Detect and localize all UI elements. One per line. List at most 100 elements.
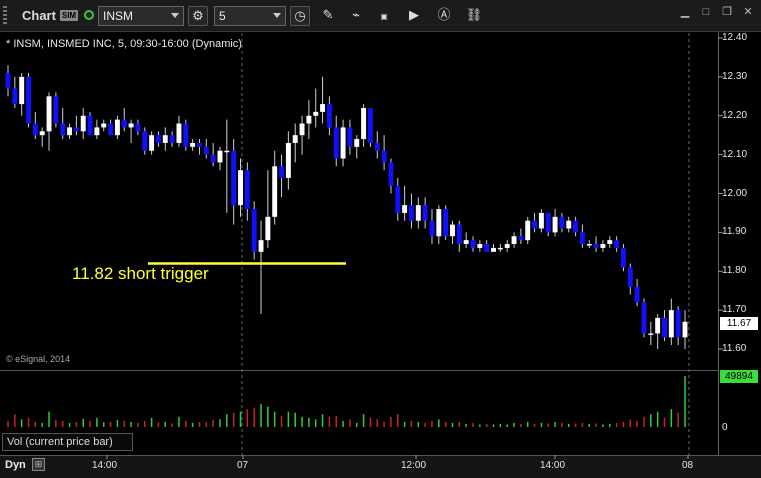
candle-body bbox=[114, 119, 120, 136]
candle-body bbox=[668, 310, 674, 338]
candle-body bbox=[573, 220, 579, 233]
candle-body bbox=[600, 244, 606, 248]
candle-body bbox=[409, 205, 414, 221]
price-tick-label: 12.40 bbox=[722, 32, 748, 43]
time-tick-label: 12:00 bbox=[401, 460, 427, 471]
current-price-marker: 11.67 bbox=[720, 317, 758, 330]
candle-body bbox=[470, 240, 476, 248]
candle-body bbox=[162, 135, 168, 143]
candle-body bbox=[354, 139, 360, 147]
dynamic-mode-label[interactable]: Dyn bbox=[5, 459, 26, 471]
time-tick-label: 07 bbox=[237, 460, 249, 471]
candle-body bbox=[361, 107, 367, 140]
candle-body bbox=[347, 127, 353, 147]
candle-body bbox=[272, 166, 278, 217]
chart-header: * INSM, INSMED INC, 5, 09:30-16:00 (Dyna… bbox=[6, 38, 242, 50]
candle-body bbox=[292, 135, 298, 143]
candle-body bbox=[169, 135, 175, 143]
candle-body bbox=[566, 220, 572, 229]
candle-body bbox=[504, 244, 510, 248]
volume-study-label[interactable]: Vol (current price bar) bbox=[2, 433, 133, 451]
trigger-annotation: 11.82 short trigger bbox=[72, 264, 209, 283]
candle-body bbox=[545, 212, 551, 233]
candle-body bbox=[231, 150, 237, 206]
candle-body bbox=[210, 154, 216, 163]
candle-body bbox=[60, 123, 66, 136]
candle-body bbox=[415, 205, 421, 221]
price-tick-label: 11.90 bbox=[722, 226, 747, 238]
candle-body bbox=[648, 333, 654, 335]
candle-body bbox=[39, 131, 45, 136]
candle-body bbox=[614, 240, 620, 248]
candle-body bbox=[607, 240, 613, 245]
candle-body bbox=[46, 96, 52, 132]
candle-body bbox=[238, 170, 243, 206]
candle-body bbox=[121, 119, 127, 128]
candle-body bbox=[477, 244, 483, 248]
candle-body bbox=[627, 267, 633, 287]
candle-body bbox=[108, 123, 114, 136]
candle-body bbox=[32, 123, 38, 136]
candle-body bbox=[5, 72, 11, 89]
candle-body bbox=[395, 185, 401, 213]
candle-body bbox=[128, 123, 134, 128]
candle-body bbox=[67, 127, 73, 136]
candle-body bbox=[463, 240, 469, 245]
time-tick-label: 14:00 bbox=[540, 460, 566, 471]
candle-body bbox=[443, 209, 449, 237]
candle-body bbox=[655, 317, 661, 334]
price-tick-label: 12.00 bbox=[722, 187, 748, 199]
candle-body bbox=[203, 146, 209, 155]
candle-body bbox=[402, 205, 408, 213]
candle-body bbox=[593, 244, 599, 248]
candle-body bbox=[456, 224, 462, 245]
candle-body bbox=[586, 244, 592, 246]
lock-icon[interactable]: ⊞ bbox=[32, 458, 45, 471]
candle-body bbox=[244, 170, 250, 210]
candle-body bbox=[532, 220, 538, 229]
candle-body bbox=[258, 240, 264, 252]
candle-body bbox=[87, 115, 93, 136]
candle-body bbox=[73, 127, 79, 132]
time-tick-label: 08 bbox=[682, 460, 694, 471]
candle-body bbox=[94, 127, 100, 136]
price-tick-label: 12.20 bbox=[722, 109, 748, 121]
price-tick-label: 11.70 bbox=[722, 304, 747, 316]
candle-body bbox=[436, 209, 442, 237]
candle-body bbox=[12, 88, 18, 105]
candle-body bbox=[538, 212, 544, 229]
candle-body bbox=[299, 123, 305, 136]
candle-body bbox=[142, 131, 148, 151]
candle-body bbox=[333, 127, 339, 159]
candle-body bbox=[155, 135, 161, 143]
candle-body bbox=[579, 232, 585, 245]
candle-body bbox=[19, 76, 25, 105]
price-tick-label: 12.10 bbox=[722, 148, 748, 160]
candle-body bbox=[135, 123, 141, 132]
candle-body bbox=[381, 150, 387, 163]
candle-body bbox=[374, 142, 380, 151]
candle-body bbox=[552, 216, 558, 233]
candle-body bbox=[388, 162, 394, 186]
candle-body bbox=[429, 220, 435, 237]
candle-body bbox=[511, 236, 517, 245]
candle-body bbox=[176, 123, 182, 143]
candle-body bbox=[340, 127, 346, 159]
candle-body bbox=[190, 142, 196, 147]
copyright-label: © eSignal, 2014 bbox=[6, 354, 71, 364]
time-tick-label: 14:00 bbox=[92, 460, 118, 471]
candle-body bbox=[682, 321, 688, 338]
candle-body bbox=[53, 96, 59, 124]
candle-body bbox=[80, 115, 86, 132]
candle-body bbox=[265, 216, 271, 241]
candle-body bbox=[285, 142, 291, 178]
candle-body bbox=[675, 310, 681, 338]
candle-body bbox=[634, 286, 640, 303]
candle-body bbox=[641, 302, 647, 334]
candle-body bbox=[217, 150, 223, 163]
candle-body bbox=[518, 236, 524, 241]
candle-body bbox=[620, 247, 626, 268]
candle-body bbox=[497, 247, 503, 250]
candle-body bbox=[26, 76, 31, 124]
price-tick-label: 11.60 bbox=[722, 343, 747, 354]
